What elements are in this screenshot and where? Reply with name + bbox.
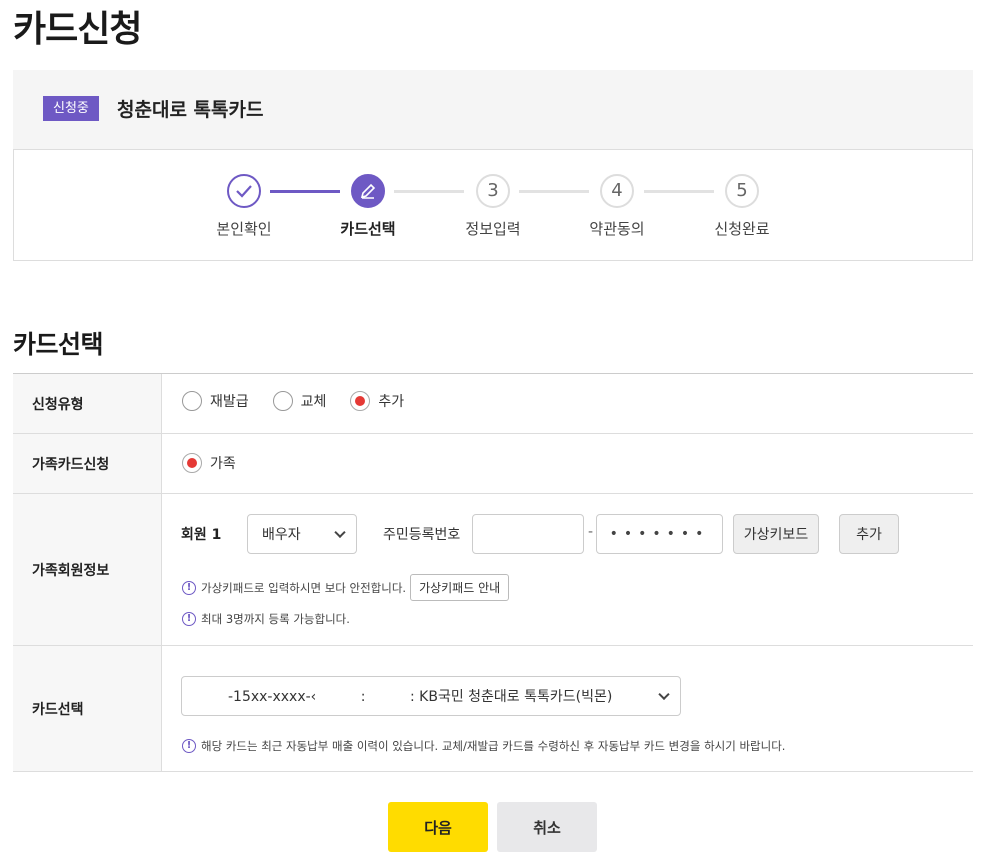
add-member-button[interactable]: 추가 (839, 514, 899, 554)
chevron-down-icon (334, 526, 346, 539)
radio-label: 추가 (378, 394, 405, 410)
radio-button[interactable] (182, 391, 202, 411)
step-identity: 본인확인 (189, 174, 299, 239)
progress-stepper: 본인확인 카드선택 3 정보입력 4 약관동의 5 신청완료 (13, 149, 973, 261)
step-label: 카드선택 (340, 220, 396, 238)
card-select-value: -15xx-xxxx-‹ : : KB국민 청춘대로 톡톡카드(빅몬) (228, 689, 613, 705)
row-label: 가족카드신청 (13, 434, 162, 493)
step-label: 신청완료 (714, 220, 770, 238)
member-label: 회원 1 (181, 527, 222, 543)
family-card-radio-group: 가족 (182, 453, 260, 473)
radio-button[interactable] (272, 391, 293, 411)
status-badge: 신청중 (43, 96, 99, 121)
page-title: 카드신청 (13, 9, 142, 50)
autopay-note: ! 해당 카드는 최근 자동납부 매출 이력이 있습니다. 교체/재발급 카드를… (182, 738, 785, 754)
pencil-icon (351, 174, 385, 208)
step-terms: 4 약관동의 (562, 174, 672, 239)
exclamation-icon: ! (182, 739, 196, 753)
next-button[interactable]: 다음 (388, 802, 488, 852)
radio-label: 가족 (210, 456, 236, 472)
row-label: 신청유형 (13, 374, 162, 433)
card-select-dropdown[interactable]: -15xx-xxxx-‹ : : KB국민 청춘대로 톡톡카드(빅몬) (181, 676, 681, 716)
radio-button[interactable] (182, 453, 202, 473)
step-label: 본인확인 (216, 220, 272, 238)
note-text: 최대 3명까지 등록 가능합니다. (201, 612, 350, 626)
step-label: 약관동의 (589, 220, 645, 238)
section-title: 카드선택 (13, 330, 104, 359)
row-label: 가족회원정보 (13, 494, 162, 645)
radio-replace[interactable]: 교체 (272, 391, 327, 411)
step-info-input: 3 정보입력 (438, 174, 548, 239)
card-select-row: 카드선택 -15xx-xxxx-‹ : : KB국민 청춘대로 톡톡카드(빅몬)… (13, 646, 973, 772)
rrn-label: 주민등록번호 (383, 527, 461, 543)
rrn-back-input[interactable]: ••••••• (596, 514, 723, 554)
step-complete: 5 신청완료 (687, 174, 797, 239)
max-members-note: ! 최대 3명까지 등록 가능합니다. (182, 611, 350, 627)
virtual-keyboard-button[interactable]: 가상키보드 (733, 514, 819, 554)
radio-add[interactable]: 추가 (350, 391, 404, 411)
radio-label: 재발급 (210, 394, 249, 410)
radio-reissue[interactable]: 재발급 (182, 391, 249, 411)
exclamation-icon: ! (182, 612, 196, 626)
cancel-button[interactable]: 취소 (497, 802, 597, 852)
note-text: 가상키패드로 입력하시면 보다 안전합니다. (201, 580, 407, 595)
step-card-select: 카드선택 (313, 174, 423, 239)
exclamation-icon: ! (182, 580, 196, 595)
radio-family[interactable]: 가족 (182, 453, 236, 473)
step-number: 4 (600, 174, 634, 208)
check-icon (227, 174, 261, 208)
relation-select[interactable]: 배우자 (247, 514, 357, 554)
apply-type-row: 신청유형 재발급 교체 추가 (13, 374, 973, 434)
note-text: 해당 카드는 최근 자동납부 매출 이력이 있습니다. 교체/재발급 카드를 수… (201, 739, 786, 753)
row-label: 카드선택 (13, 646, 162, 771)
apply-type-radio-group: 재발급 교체 추가 (182, 391, 428, 411)
rrn-front-input[interactable] (472, 514, 584, 554)
keypad-note: ! 가상키패드로 입력하시면 보다 안전합니다. 가상키패드 안내 (182, 574, 510, 601)
family-member-row: 가족회원정보 회원 1 배우자 주민등록번호 - ••••••• 가상키보드 추… (13, 494, 973, 646)
card-application-form: 신청유형 재발급 교체 추가 가족카드신청 가족 가족회원정보 회원 1 배우자… (13, 373, 973, 772)
application-status-box: 신청중 청춘대로 톡톡카드 (13, 70, 973, 150)
radio-button[interactable] (350, 391, 371, 411)
radio-label: 교체 (300, 394, 327, 410)
family-card-row: 가족카드신청 가족 (13, 434, 973, 494)
card-name: 청춘대로 톡톡카드 (117, 99, 264, 121)
relation-value: 배우자 (262, 527, 301, 543)
step-label: 정보입력 (465, 220, 521, 238)
chevron-down-icon (658, 688, 670, 701)
step-number: 3 (476, 174, 510, 208)
rrn-dash: - (588, 524, 594, 540)
step-number: 5 (725, 174, 759, 208)
keypad-guide-button[interactable]: 가상키패드 안내 (410, 574, 510, 601)
